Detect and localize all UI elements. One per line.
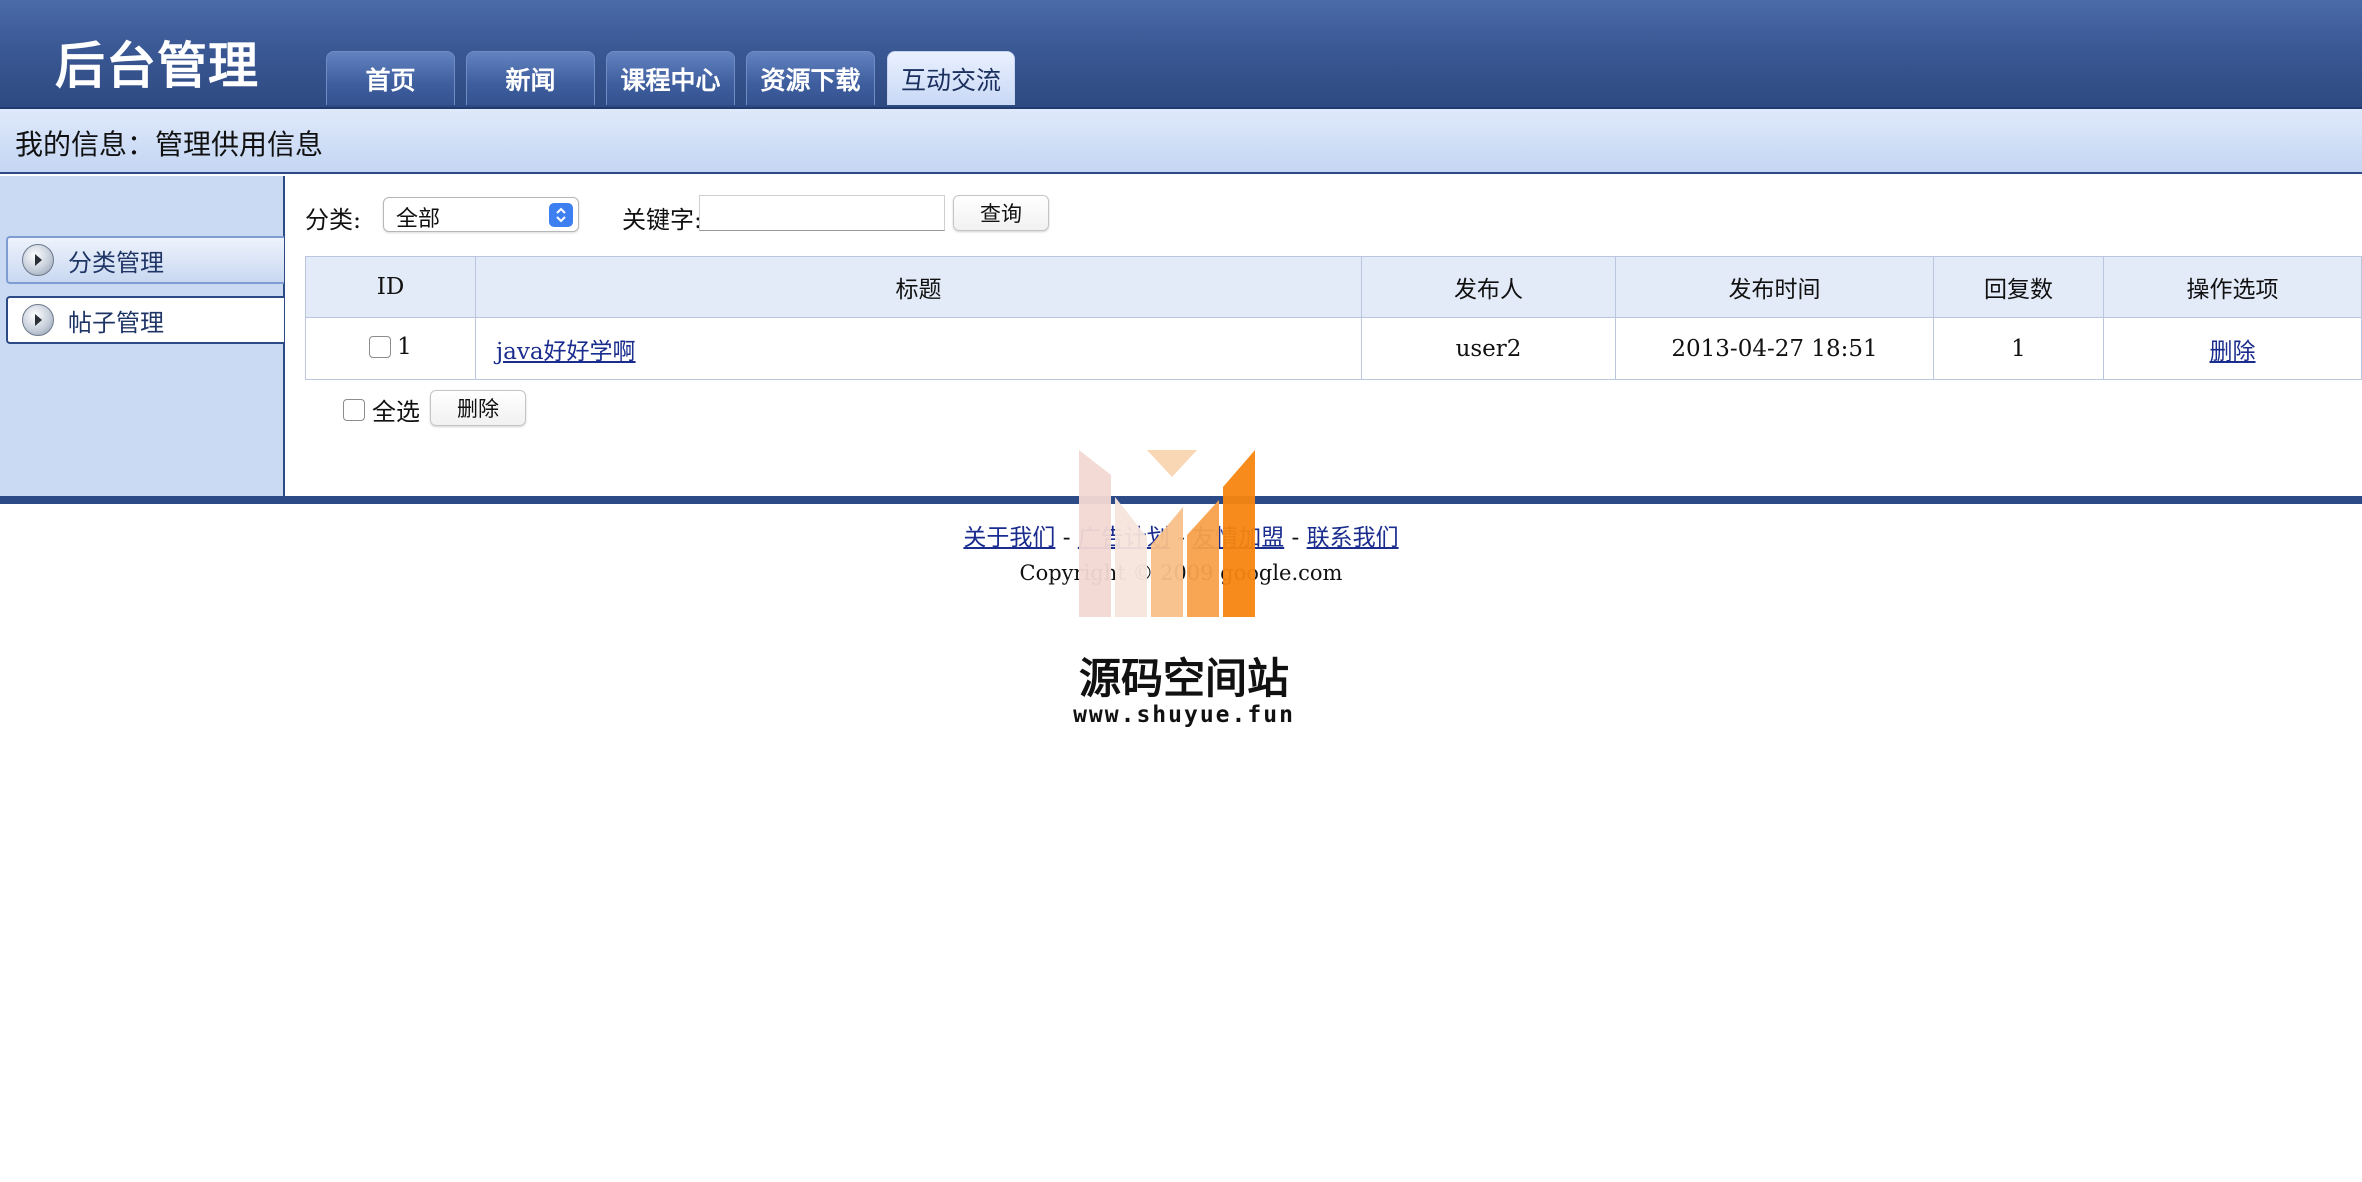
- tab-downloads-label: 资源下载: [760, 65, 861, 95]
- select-all-label: 全选: [372, 398, 420, 426]
- category-select[interactable]: 全部: [383, 197, 579, 232]
- tab-interaction-label: 互动交流: [900, 65, 1001, 95]
- tab-home-label: 首页: [365, 65, 416, 95]
- bulk-actions: 全选: [343, 392, 420, 427]
- time-cell: 2013-04-27 18:51: [1615, 317, 1934, 380]
- select-all-checkbox[interactable]: [343, 398, 365, 421]
- bulk-delete-button[interactable]: 删除: [430, 390, 526, 426]
- tab-news-label: 新闻: [505, 65, 556, 95]
- tab-news[interactable]: 新闻: [466, 51, 595, 105]
- row-checkbox[interactable]: [369, 335, 392, 358]
- tab-home[interactable]: 首页: [326, 51, 455, 105]
- post-title-link[interactable]: java好好学啊: [496, 339, 636, 365]
- footer-link-about[interactable]: 关于我们: [963, 525, 1055, 551]
- search-button[interactable]: 查询: [953, 195, 1049, 231]
- arrow-right-icon: [22, 304, 54, 336]
- tab-downloads[interactable]: 资源下载: [746, 51, 875, 105]
- category-select-value: 全部: [396, 207, 441, 232]
- column-header-time: 发布时间: [1615, 256, 1934, 318]
- category-label: 分类:: [305, 206, 362, 234]
- delete-link[interactable]: 删除: [2210, 339, 2256, 365]
- tab-interaction[interactable]: 互动交流: [887, 51, 1015, 105]
- watermark-logo-icon: [1079, 450, 1255, 617]
- row-id: 1: [397, 333, 412, 360]
- column-header-replies: 回复数: [1933, 256, 2104, 318]
- keyword-input[interactable]: [699, 195, 945, 231]
- author-cell: user2: [1361, 317, 1616, 380]
- tab-courses[interactable]: 课程中心: [606, 51, 735, 105]
- column-header-id: ID: [305, 256, 476, 318]
- top-header: 后台管理 首页 新闻 课程中心 资源下载 互动交流: [0, 0, 2362, 109]
- main-content: 分类: 全部 关键字: 查询 ID 标题 发布人 发布时间 回复数 操作选项 1…: [285, 176, 2362, 496]
- watermark: 源码空间站 www.shuyue.fun: [1069, 445, 1299, 745]
- info-bar: 我的信息：管理供用信息: [0, 109, 2362, 174]
- watermark-url: www.shuyue.fun: [1073, 702, 1295, 728]
- column-header-actions: 操作选项: [2103, 256, 2362, 318]
- footer-link-contact[interactable]: 联系我们: [1307, 525, 1399, 551]
- column-header-title: 标题: [475, 256, 1362, 318]
- tab-courses-label: 课程中心: [620, 65, 721, 95]
- action-cell: 删除: [2103, 317, 2362, 380]
- id-cell: 1: [305, 317, 476, 380]
- sidebar-item-category-management[interactable]: 分类管理: [6, 236, 284, 284]
- info-text: 我的信息：管理供用信息: [15, 128, 324, 161]
- replies-cell: 1: [1933, 317, 2104, 380]
- arrow-right-icon: [22, 244, 54, 276]
- sidebar-item-label: 帖子管理: [68, 308, 164, 337]
- table-row: 1 java好好学啊 user2 2013-04-27 18:51 1 删除: [305, 317, 2362, 380]
- column-header-author: 发布人: [1361, 256, 1616, 318]
- sidebar-item-label: 分类管理: [68, 248, 164, 277]
- sidebar-item-post-management[interactable]: 帖子管理: [6, 296, 284, 344]
- keyword-label: 关键字:: [622, 206, 703, 234]
- table-header-row: ID 标题 发布人 发布时间 回复数 操作选项: [305, 256, 2362, 318]
- title-cell: java好好学啊: [475, 317, 1362, 380]
- sidebar: 分类管理 帖子管理: [0, 176, 285, 496]
- watermark-name: 源码空间站: [1078, 654, 1289, 703]
- app-title: 后台管理: [55, 36, 259, 95]
- posts-table: ID 标题 发布人 发布时间 回复数 操作选项 1 java好好学啊 user2…: [305, 256, 2362, 380]
- select-updown-icon: [549, 203, 573, 227]
